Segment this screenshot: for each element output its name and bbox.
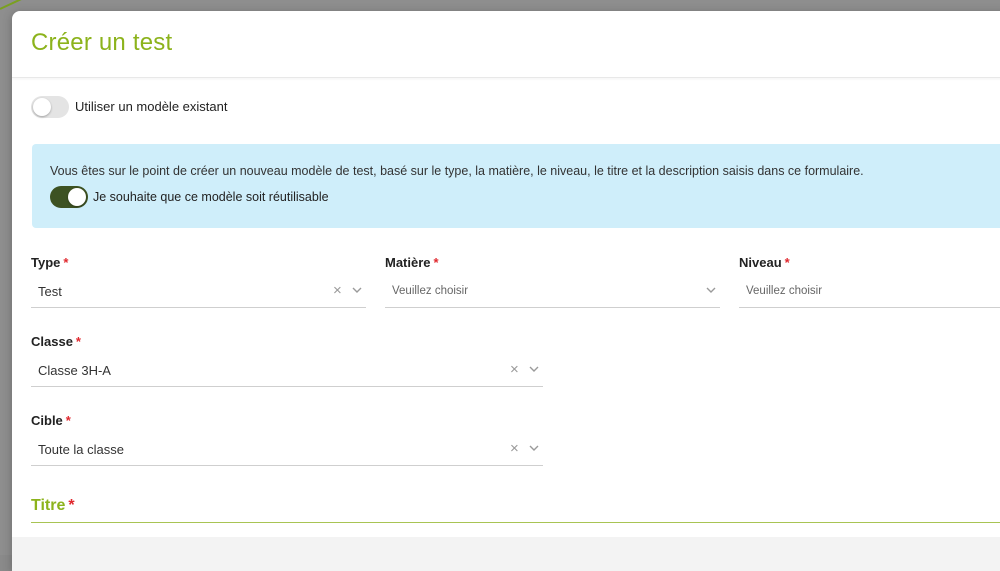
- cible-label-text: Cible: [31, 413, 63, 428]
- cible-label: Cible *: [31, 413, 71, 428]
- reusable-model-label: Je souhaite que ce modèle soit réutilisa…: [93, 190, 329, 204]
- titre-label-text: Titre: [31, 497, 66, 514]
- chevron-down-icon[interactable]: [705, 284, 719, 298]
- niveau-label-text: Niveau: [739, 255, 782, 270]
- cible-select-value: Toute la classe: [38, 442, 124, 457]
- required-mark: *: [65, 413, 71, 428]
- create-test-modal: Créer un test Utiliser un modèle existan…: [12, 11, 1000, 571]
- classe-label-text: Classe: [31, 334, 73, 349]
- modal-bottom-strip: [12, 537, 1000, 571]
- use-existing-model-label: Utiliser un modèle existant: [75, 99, 228, 114]
- required-mark: *: [784, 255, 790, 270]
- classe-label: Classe *: [31, 334, 81, 349]
- classe-select-value: Classe 3H-A: [38, 363, 111, 378]
- matiere-label: Matière *: [385, 255, 439, 270]
- required-mark: *: [68, 497, 75, 514]
- required-mark: *: [75, 334, 81, 349]
- type-select-value: Test: [38, 284, 62, 299]
- use-existing-model-toggle[interactable]: [31, 96, 69, 118]
- type-label-text: Type: [31, 255, 61, 270]
- matiere-select-placeholder: Veuillez choisir: [392, 285, 469, 297]
- niveau-label: Niveau *: [739, 255, 790, 270]
- modal-header: Créer un test: [12, 11, 1000, 78]
- backdrop-decoration: [0, 0, 28, 10]
- chevron-down-icon[interactable]: [528, 442, 542, 456]
- toggle-knob: [68, 188, 86, 206]
- titre-input[interactable]: [31, 522, 1000, 523]
- info-box: Vous êtes sur le point de créer un nouve…: [32, 144, 1000, 228]
- required-mark: *: [63, 255, 69, 270]
- modal-title: Créer un test: [31, 29, 173, 56]
- matiere-label-text: Matière: [385, 255, 431, 270]
- niveau-select-placeholder: Veuillez choisir: [746, 285, 823, 297]
- cible-select[interactable]: Toute la classe ×: [31, 435, 543, 466]
- chevron-down-icon[interactable]: [351, 284, 365, 298]
- clear-icon[interactable]: ×: [510, 440, 519, 458]
- chevron-down-icon[interactable]: [528, 363, 542, 377]
- classe-select[interactable]: Classe 3H-A ×: [31, 356, 543, 387]
- toggle-knob: [33, 98, 51, 116]
- type-label: Type *: [31, 255, 68, 270]
- clear-icon[interactable]: ×: [510, 361, 519, 379]
- info-text: Vous êtes sur le point de créer un nouve…: [50, 164, 864, 178]
- type-select[interactable]: Test ×: [31, 277, 366, 308]
- required-mark: *: [433, 255, 439, 270]
- niveau-select[interactable]: Veuillez choisir: [739, 277, 1000, 308]
- matiere-select[interactable]: Veuillez choisir: [385, 277, 720, 308]
- clear-icon[interactable]: ×: [333, 282, 342, 300]
- titre-label: Titre *: [31, 497, 75, 515]
- reusable-model-toggle[interactable]: [50, 186, 88, 208]
